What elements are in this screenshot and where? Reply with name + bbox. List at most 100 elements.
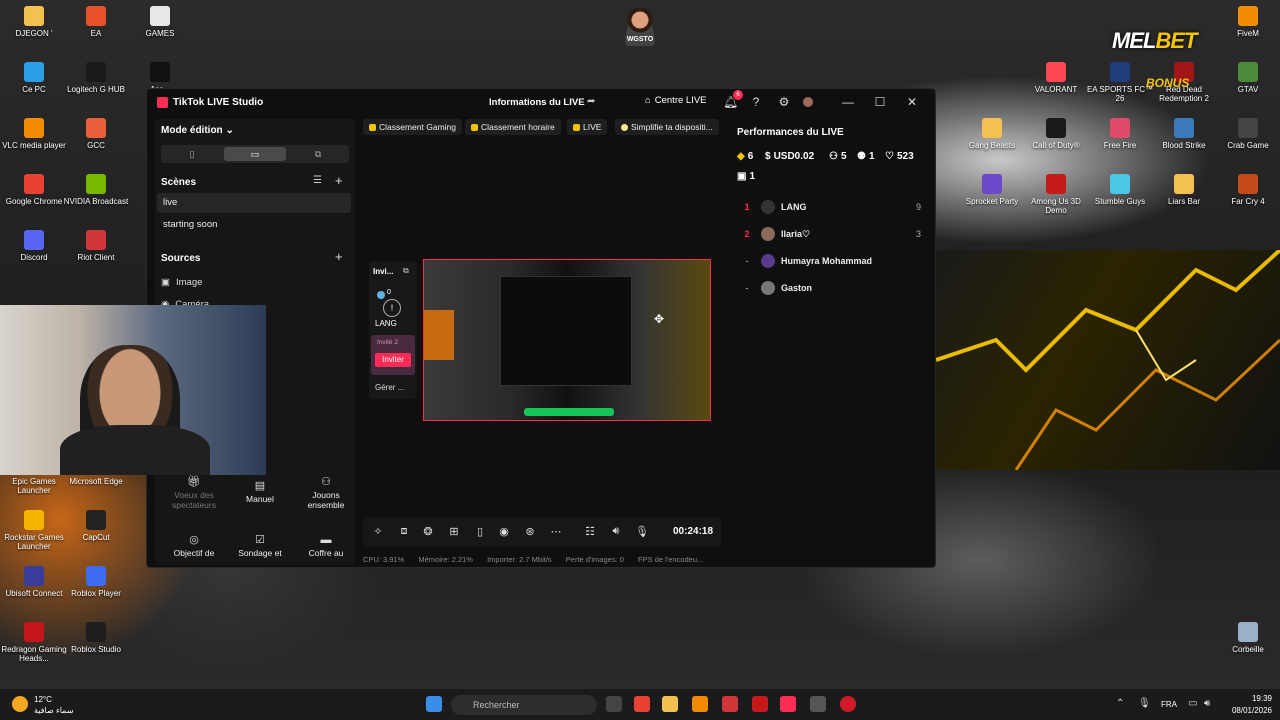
desktop-icon[interactable]: FiveM — [1214, 6, 1280, 38]
chip-gaming-ranking[interactable]: Classement Gaming — [363, 119, 463, 135]
chip-hourly-ranking[interactable]: Classement horaire — [465, 119, 561, 135]
speaker-icon[interactable]: 🔊︎ — [609, 525, 623, 538]
invite-button[interactable]: Inviter — [375, 353, 411, 367]
list-icon[interactable]: ☰ — [313, 175, 322, 186]
treasure-chest-button[interactable]: ▬ Coffre au — [295, 535, 357, 559]
chip-live[interactable]: LIVE — [567, 119, 608, 135]
maximize-icon[interactable]: ☐ — [873, 95, 887, 109]
desktop-icon[interactable]: Roblox Studio — [62, 622, 130, 654]
ranking-row[interactable]: 1 LANG 9 — [737, 197, 921, 217]
ranking-row[interactable]: - Humayra Mohammad — [737, 251, 921, 271]
ranking-row[interactable]: 2 Ilaria♡ 3 — [737, 224, 921, 244]
portrait-mode-button[interactable]: ▯ — [161, 147, 223, 161]
desktop-icon[interactable]: VALORANT — [1022, 62, 1090, 94]
weather-description[interactable]: سماء صافية — [34, 706, 74, 715]
windows-start-icon[interactable] — [426, 696, 442, 712]
chrome-icon[interactable] — [634, 696, 650, 712]
source-item-image[interactable]: ▣ Image — [161, 277, 202, 288]
add-media-icon[interactable]: ⊞ — [447, 525, 461, 538]
task-view-icon[interactable] — [606, 696, 622, 712]
weather-icon[interactable] — [12, 696, 28, 712]
add-source-button[interactable]: + — [335, 249, 343, 264]
live-info-button[interactable]: Informations du LIVE — [489, 97, 585, 108]
taskbar-search-input[interactable]: Rechercher — [451, 695, 597, 715]
microphone-icon[interactable]: 🎙︎ — [635, 525, 649, 538]
app-icon[interactable] — [692, 696, 708, 712]
crop-icon[interactable]: ⧈ — [397, 525, 411, 538]
desktop-icon[interactable]: Blood Strike — [1150, 118, 1218, 150]
add-scene-button[interactable]: + — [335, 173, 343, 188]
desktop-icon[interactable]: Discord — [0, 230, 68, 262]
desktop-icon[interactable]: Free Fire — [1086, 118, 1154, 150]
phone-icon[interactable]: ▯ — [473, 525, 487, 538]
desktop-icon[interactable]: CapCut — [62, 510, 130, 542]
landscape-mode-button[interactable]: ▭ — [224, 147, 286, 161]
share-icon[interactable]: ➦ — [587, 96, 595, 107]
manage-guests-link[interactable]: Gérer ... — [375, 383, 404, 392]
more-icon[interactable]: ⋯ — [549, 525, 563, 538]
desktop-icon[interactable]: DJEGON ' — [0, 6, 68, 38]
chevron-up-icon[interactable]: ⌃ — [1116, 698, 1124, 709]
desktop-icon[interactable]: EA — [62, 6, 130, 38]
clock-date[interactable]: 08/01/2026 — [1222, 706, 1272, 715]
desktop-icon[interactable]: Rockstar Games Launcher — [0, 510, 68, 551]
goal-button[interactable]: ◎ Objectif de — [163, 535, 225, 559]
manual-button[interactable]: ▤ Manuel — [229, 481, 291, 505]
stream-preview[interactable]: ✥ — [423, 259, 711, 421]
desktop-icon[interactable]: Ubisoft Connect — [0, 566, 68, 598]
poll-button[interactable]: ☑ Sondage et — [229, 535, 291, 559]
desktop-icon[interactable]: Crab Game — [1214, 118, 1280, 150]
obs-icon[interactable] — [810, 696, 826, 712]
gear-icon[interactable]: ⚙ — [777, 95, 791, 109]
desktop-icon[interactable]: GTAV — [1214, 62, 1280, 94]
desktop-icon[interactable]: Stumble Guys — [1086, 174, 1154, 206]
desktop-icon[interactable]: Ce PC — [0, 62, 68, 94]
record-icon[interactable]: ◉ — [497, 525, 511, 538]
weather-temperature[interactable]: 12°C — [34, 695, 52, 704]
microphone-icon[interactable]: 🎙︎ — [1138, 698, 1151, 709]
opera-icon[interactable] — [840, 696, 856, 712]
desktop-icon[interactable]: Corbeille — [1214, 622, 1280, 654]
desktop-icon[interactable]: EA SPORTS FC™ 26 — [1086, 62, 1154, 103]
move-handle-icon[interactable]: ✥ — [654, 312, 664, 326]
file-explorer-icon[interactable] — [662, 696, 678, 712]
tiktok-icon[interactable] — [780, 696, 796, 712]
scene-item-starting-soon[interactable]: starting soon — [157, 215, 351, 235]
desktop-icon[interactable]: GCC — [62, 118, 130, 150]
volume-icon[interactable]: 🔊︎ — [1204, 698, 1210, 709]
sliders-icon[interactable]: ☷ — [583, 525, 597, 538]
play-together-button[interactable]: ⚇ Jouons ensemble — [295, 477, 357, 511]
monitor-icon[interactable]: ▭ — [1188, 698, 1197, 709]
desktop-icon[interactable]: VLC media player — [0, 118, 68, 150]
language-indicator[interactable]: FRA — [1161, 700, 1177, 709]
desktop-icon[interactable]: Among Us 3D Demo — [1022, 174, 1090, 215]
desktop-icon[interactable]: Call of Duty® — [1022, 118, 1090, 150]
ranking-row[interactable]: - Gaston — [737, 278, 921, 298]
close-icon[interactable]: ✕ — [905, 95, 919, 109]
desktop-icon[interactable]: Far Cry 4 — [1214, 174, 1280, 206]
melbet-icon[interactable] — [752, 696, 768, 712]
clock-time[interactable]: 19:39 — [1232, 694, 1272, 703]
desktop-icon[interactable]: Roblox Player — [62, 566, 130, 598]
desktop-icon[interactable]: GAMES — [126, 6, 194, 38]
effects-icon[interactable]: ❂ — [421, 525, 435, 538]
minimize-icon[interactable]: — — [841, 95, 855, 109]
riot-icon[interactable] — [722, 696, 738, 712]
split-mode-button[interactable]: ⧉ — [287, 147, 349, 161]
desktop-icon[interactable]: Riot Client — [62, 230, 130, 262]
mode-edition-dropdown[interactable]: Mode édition ⌄ — [161, 125, 234, 136]
chip-simplify-setup[interactable]: Simplifie ta dispositi... — [615, 119, 719, 135]
desktop-icon[interactable]: Logitech G HUB — [62, 62, 130, 94]
desktop-icon[interactable]: Liars Bar — [1150, 174, 1218, 206]
camera-switch-icon[interactable]: ⊛ — [523, 525, 537, 538]
desktop-icon[interactable]: NVIDIA Broadcast — [62, 174, 130, 206]
magic-wand-icon[interactable]: ✧ — [371, 525, 385, 538]
avatar[interactable] — [803, 97, 813, 107]
help-icon[interactable]: ? — [749, 95, 763, 109]
scene-item-live[interactable]: live — [157, 193, 351, 213]
desktop-icon[interactable]: Gang Beasts — [958, 118, 1026, 150]
centre-live-button[interactable]: ⌂ Centre LIVE — [645, 95, 707, 106]
desktop-icon[interactable]: Google Chrome — [0, 174, 68, 206]
desktop-icon[interactable]: Sprocket Party — [958, 174, 1026, 206]
viewer-wishes-button[interactable]: 🎁︎ Voeux des spectateurs — [163, 477, 225, 511]
